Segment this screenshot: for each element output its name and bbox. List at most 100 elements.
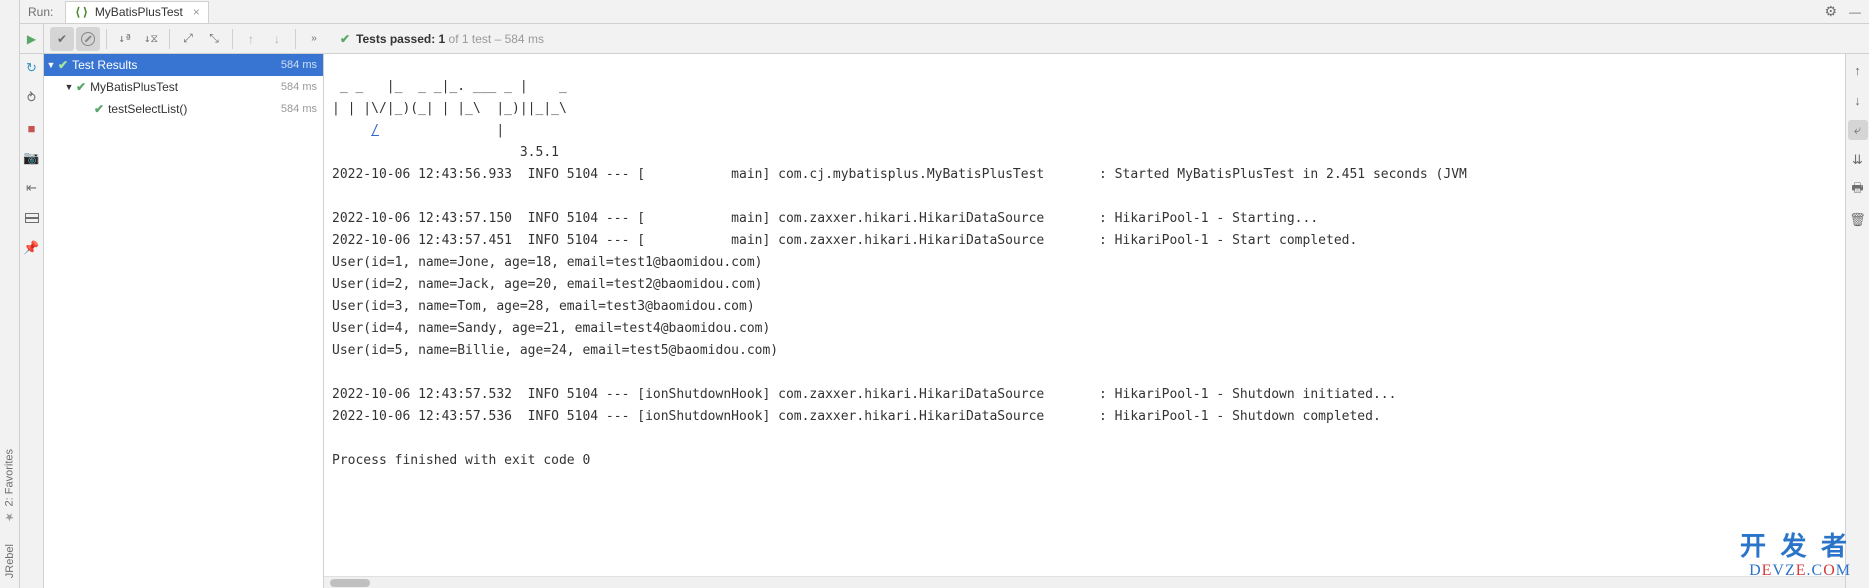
jrebel-tab[interactable]: JRebel bbox=[4, 544, 16, 578]
console-line: / | bbox=[332, 123, 575, 138]
run-label: Run: bbox=[28, 5, 53, 19]
h-scrollbar[interactable] bbox=[324, 576, 1845, 588]
console-line: User(id=2, name=Jack, age=20, email=test… bbox=[332, 277, 762, 292]
check-icon: ✔ bbox=[340, 32, 350, 46]
test-toolbar: ▶ ✔ ↓ª ↓⧖ ⤢ ⤡ ↑ ↓ » ✔ Tests passed: 1 of… bbox=[20, 24, 1869, 54]
console-line: User(id=1, name=Jone, age=18, email=test… bbox=[332, 255, 762, 270]
console-line: 2022-10-06 12:43:57.150 INFO 5104 --- [ … bbox=[332, 211, 1318, 226]
wrap-icon: ⤶ bbox=[1854, 122, 1861, 138]
console-output[interactable]: _ _ |_ _ _|_. ___ _ | _ | | |\/|_)(_| | … bbox=[324, 54, 1845, 576]
test-tree: ▼ ✔ Test Results 584 ms ▼ ✔ MyBatisPlusT… bbox=[44, 54, 324, 588]
scroll-up-button[interactable]: ↑ bbox=[1848, 60, 1868, 80]
sort-duration-icon: ↓⧖ bbox=[144, 33, 158, 44]
tree-label: MyBatisPlusTest bbox=[90, 80, 281, 94]
layout-icon bbox=[25, 213, 39, 223]
tree-time: 584 ms bbox=[281, 103, 317, 115]
sort-duration-button[interactable]: ↓⧖ bbox=[139, 27, 163, 51]
action-gutter: ↻ ⥁ ■ 📷 ⇤ 📌 bbox=[20, 54, 44, 588]
chevron-down-icon[interactable]: ▼ bbox=[62, 82, 76, 92]
test-history-button[interactable]: » bbox=[302, 27, 326, 51]
print-icon: 🖶 bbox=[1851, 179, 1863, 201]
left-tool-tabs: JRebel ★ 2: Favorites bbox=[0, 0, 20, 588]
scroll-end-icon: ⇊ bbox=[1852, 152, 1863, 168]
status-detail: of 1 test – 584 ms bbox=[445, 32, 544, 46]
console-line: 2022-10-06 12:43:57.532 INFO 5104 --- [i… bbox=[332, 387, 1396, 402]
run-config-name: MyBatisPlusTest bbox=[95, 5, 183, 19]
next-failed-button[interactable]: ↓ bbox=[265, 27, 289, 51]
import-button[interactable]: ⇤ bbox=[22, 178, 42, 198]
arrow-up-icon: ↑ bbox=[248, 32, 254, 46]
h-scrollbar-thumb[interactable] bbox=[330, 579, 370, 587]
console-line: 2022-10-06 12:43:57.451 INFO 5104 --- [ … bbox=[332, 233, 1357, 248]
tree-label: testSelectList() bbox=[108, 102, 281, 116]
arrow-down-icon: ↓ bbox=[1854, 93, 1861, 108]
run-button[interactable]: ▶ bbox=[20, 24, 44, 53]
prev-failed-button[interactable]: ↑ bbox=[239, 27, 263, 51]
favorites-tab[interactable]: ★ 2: Favorites bbox=[3, 449, 16, 523]
tree-root[interactable]: ▼ ✔ Test Results 584 ms bbox=[44, 54, 323, 76]
play-icon: ▶ bbox=[27, 32, 36, 46]
tree-time: 584 ms bbox=[281, 81, 317, 93]
test-status: ✔ Tests passed: 1 of 1 test – 584 ms bbox=[340, 32, 544, 46]
run-header: Run: ⟨⟩ MyBatisPlusTest × ⚙ — bbox=[20, 0, 1869, 24]
star-icon: ★ bbox=[3, 511, 16, 524]
separator bbox=[169, 29, 170, 49]
toggle-auto-button[interactable]: ⥁ bbox=[22, 88, 42, 108]
soft-wrap-button[interactable]: ⤶ bbox=[1848, 120, 1868, 140]
stop-button[interactable]: ■ bbox=[22, 118, 42, 138]
trash-icon: 🗑 bbox=[1849, 212, 1866, 228]
run-config-tab[interactable]: ⟨⟩ MyBatisPlusTest × bbox=[65, 1, 209, 23]
test-icon: ⟨⟩ bbox=[74, 5, 88, 19]
check-icon: ✔ bbox=[57, 32, 67, 46]
chevron-right-icon: » bbox=[311, 33, 317, 44]
scroll-to-end-button[interactable]: ⇊ bbox=[1848, 150, 1868, 170]
chevron-down-icon[interactable]: ▼ bbox=[44, 60, 58, 70]
gear-icon[interactable]: ⚙ bbox=[1824, 3, 1837, 20]
collapse-all-button[interactable]: ⤡ bbox=[202, 27, 226, 51]
stop-icon: ■ bbox=[28, 121, 36, 136]
sort-alpha-button[interactable]: ↓ª bbox=[113, 27, 137, 51]
console-line: 2022-10-06 12:43:57.536 INFO 5104 --- [i… bbox=[332, 409, 1381, 424]
rerun-icon: ↻ bbox=[26, 60, 37, 76]
arrow-up-icon: ↑ bbox=[1854, 63, 1861, 78]
scroll-down-button[interactable]: ↓ bbox=[1848, 90, 1868, 110]
check-icon: ✔ bbox=[76, 80, 86, 94]
expand-icon: ⤢ bbox=[183, 31, 193, 46]
console-line: _ _ |_ _ _|_. ___ _ | _ bbox=[332, 79, 575, 94]
print-button[interactable]: 🖶 bbox=[1848, 180, 1868, 200]
console-line: 2022-10-06 12:43:56.933 INFO 5104 --- [ … bbox=[332, 167, 1475, 182]
pin-button[interactable]: 📌 bbox=[22, 238, 42, 258]
minimize-icon[interactable]: — bbox=[1849, 5, 1861, 19]
toggle-icon: ⥁ bbox=[27, 90, 36, 106]
console-wrap: _ _ |_ _ _|_. ___ _ | _ | | |\/|_)(_| | … bbox=[324, 54, 1869, 588]
close-icon[interactable]: × bbox=[193, 5, 200, 19]
show-ignored-button[interactable] bbox=[76, 27, 100, 51]
tree-time: 584 ms bbox=[281, 59, 317, 71]
dump-button[interactable]: 📷 bbox=[22, 148, 42, 168]
ignored-icon bbox=[81, 32, 95, 46]
console-line: | | |\/|_)(_| | |_\ |_)||_|_\ bbox=[332, 101, 575, 116]
expand-all-button[interactable]: ⤢ bbox=[176, 27, 200, 51]
layout-button[interactable] bbox=[22, 208, 42, 228]
rerun-button[interactable]: ↻ bbox=[22, 58, 42, 78]
link[interactable]: / bbox=[371, 123, 379, 138]
tree-class[interactable]: ▼ ✔ MyBatisPlusTest 584 ms bbox=[44, 76, 323, 98]
check-icon: ✔ bbox=[58, 58, 68, 72]
separator bbox=[106, 29, 107, 49]
arrow-down-icon: ↓ bbox=[274, 32, 280, 46]
tree-label: Test Results bbox=[72, 58, 281, 72]
console-gutter: ↑ ↓ ⤶ ⇊ 🖶 🗑 bbox=[1845, 54, 1869, 588]
sort-alpha-icon: ↓ª bbox=[118, 33, 131, 44]
body: ↻ ⥁ ■ 📷 ⇤ 📌 ▼ ✔ Test Results 584 ms ▼ ✔ … bbox=[20, 54, 1869, 588]
console-line: 3.5.1 bbox=[332, 145, 567, 160]
pin-icon: 📌 bbox=[23, 240, 39, 256]
show-passed-button[interactable]: ✔ bbox=[50, 27, 74, 51]
clear-button[interactable]: 🗑 bbox=[1848, 210, 1868, 230]
check-icon: ✔ bbox=[94, 102, 104, 116]
console-line: Process finished with exit code 0 bbox=[332, 453, 590, 468]
console-line: User(id=3, name=Tom, age=28, email=test3… bbox=[332, 299, 755, 314]
tree-method[interactable]: ✔ testSelectList() 584 ms bbox=[44, 98, 323, 120]
separator bbox=[295, 29, 296, 49]
import-icon: ⇤ bbox=[26, 180, 37, 196]
console-line: User(id=5, name=Billie, age=24, email=te… bbox=[332, 343, 778, 358]
